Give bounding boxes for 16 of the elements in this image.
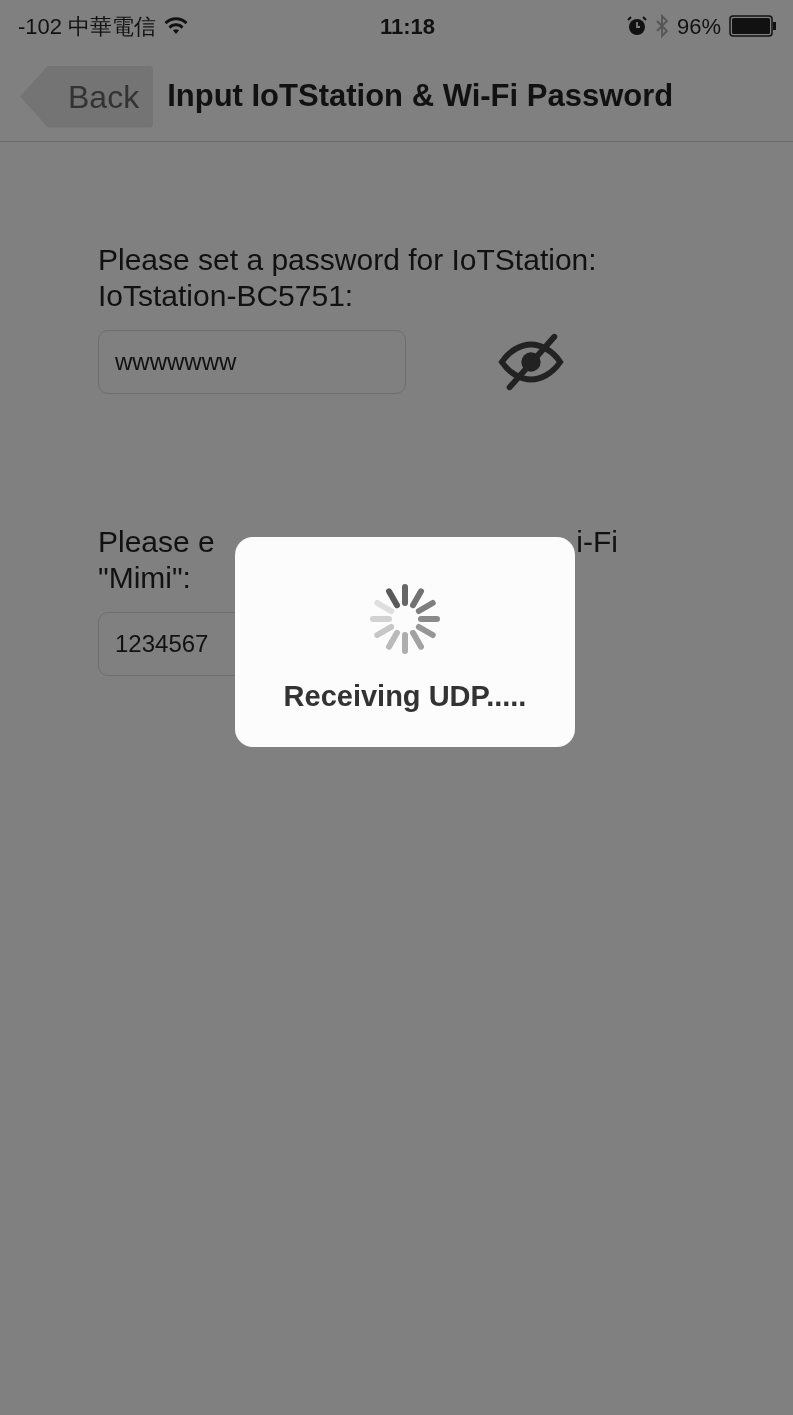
field-label: i-Fi [576,524,618,560]
alarm-clock-icon [626,16,647,36]
battery-percent: 96% [676,12,721,41]
carrier-name: -102 中華電信 [18,12,157,41]
loading-message: Receiving UDP..... [283,679,527,714]
wifi-icon [164,17,189,35]
battery-icon [729,15,777,37]
screen-title: Input IoTStation & Wi-Fi Password [167,77,674,116]
bluetooth-icon [654,14,669,38]
field-label: "Mimi": [98,560,191,596]
back-button[interactable]: Back [20,65,154,128]
field-label: Please e [98,524,215,560]
password-field[interactable]: wwwwwww [98,330,406,394]
status-time: 11:18 [380,12,436,41]
field-label: Please set a password for IoTStation: [98,242,597,278]
field-label: IoTstation-BC5751: [98,278,354,314]
